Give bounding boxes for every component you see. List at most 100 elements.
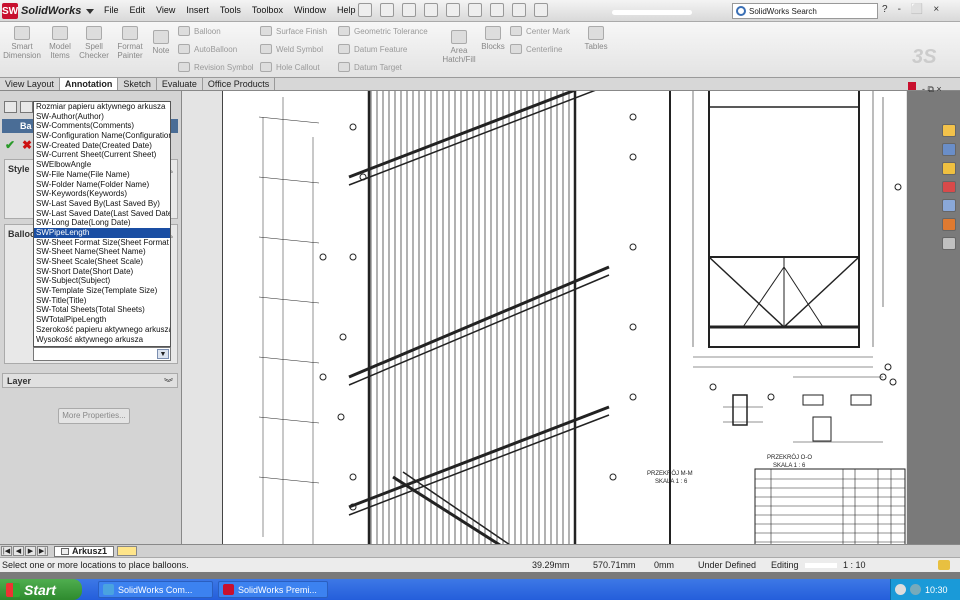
appearances-icon[interactable]: [942, 218, 956, 232]
property-combo-box[interactable]: ▼: [33, 347, 171, 361]
weld-symbol-button[interactable]: Weld Symbol: [260, 44, 323, 54]
dropdown-option[interactable]: SW-Sheet Name(Sheet Name): [34, 247, 170, 257]
pin-icon[interactable]: [358, 3, 372, 17]
layer-group[interactable]: Layer ︾: [2, 373, 178, 388]
property-dropdown-list[interactable]: Rozmiar papieru aktywnego arkusza SW-Auth…: [33, 101, 171, 347]
sheet-tab-arkusz1[interactable]: Arkusz1: [54, 545, 115, 557]
format-painter-button[interactable]: Format Painter: [114, 26, 146, 60]
dropdown-option[interactable]: SW-Sheet Scale(Sheet Scale): [34, 257, 170, 267]
menu-insert[interactable]: Insert: [186, 5, 209, 15]
revision-symbol-button[interactable]: Revision Symbol: [178, 62, 254, 72]
dropdown-option[interactable]: SW-Keywords(Keywords): [34, 189, 170, 199]
search-results-icon[interactable]: [942, 180, 956, 194]
last-sheet-button[interactable]: ▶|: [37, 546, 48, 556]
close-button[interactable]: ×: [933, 4, 939, 15]
rebuild-icon[interactable]: [512, 3, 526, 17]
first-sheet-button[interactable]: |◀: [1, 546, 12, 556]
dropdown-option[interactable]: SW-Current Sheet(Current Sheet): [34, 150, 170, 160]
view-palette-icon[interactable]: [942, 199, 956, 213]
solidworks-logo[interactable]: SW SolidWorks: [2, 3, 95, 19]
feature-manager-icon[interactable]: [4, 101, 17, 113]
status-scale[interactable]: 1 : 10: [843, 560, 866, 570]
model-items-button[interactable]: Model Items: [46, 26, 74, 60]
design-library-icon[interactable]: [942, 142, 956, 156]
menu-toolbox[interactable]: Toolbox: [252, 5, 283, 15]
dropdown-option[interactable]: SW-File Name(File Name): [34, 170, 170, 180]
taskbar-item-solidworks-com[interactable]: SolidWorks Com...: [98, 581, 213, 598]
hole-callout-button[interactable]: Hole Callout: [260, 62, 320, 72]
layer-expand-icon[interactable]: ︾: [164, 376, 173, 389]
minimize-button[interactable]: -: [898, 4, 901, 15]
maximize-button[interactable]: ⬜: [911, 4, 923, 15]
drawing-sheet[interactable]: PRZEKRÓJ M-M SKALA 1 : 6 PRZEKRÓJ O-O SK…: [222, 91, 906, 544]
surface-finish-button[interactable]: Surface Finish: [260, 26, 327, 36]
logo-arrow-icon[interactable]: [86, 8, 95, 14]
tables-button[interactable]: Tables: [582, 26, 610, 51]
dropdown-option[interactable]: SW-Folder Name(Folder Name): [34, 180, 170, 190]
help-button[interactable]: ?: [882, 4, 888, 15]
dropdown-option[interactable]: SW-Sheet Format Size(Sheet Format: [34, 238, 170, 248]
blocks-button[interactable]: Blocks: [480, 26, 506, 51]
menu-help[interactable]: Help: [337, 5, 356, 15]
dropdown-option[interactable]: SW-Long Date(Long Date): [34, 218, 170, 228]
dropdown-option[interactable]: SW-Author(Author): [34, 112, 170, 122]
menu-view[interactable]: View: [156, 5, 175, 15]
datum-feature-button[interactable]: Datum Feature: [338, 44, 407, 54]
dropdown-option[interactable]: SW-Subject(Subject): [34, 276, 170, 286]
custom-properties-icon[interactable]: [942, 237, 956, 251]
geometric-tolerance-button[interactable]: Geometric Tolerance: [338, 26, 428, 36]
search-box[interactable]: SolidWorks Search: [732, 3, 878, 19]
center-mark-button[interactable]: Center Mark: [510, 26, 570, 36]
dropdown-option[interactable]: SW-Comments(Comments): [34, 121, 170, 131]
dropdown-option[interactable]: SW-Last Saved Date(Last Saved Date: [34, 209, 170, 219]
add-sheet-icon[interactable]: [117, 546, 138, 556]
open-file-icon[interactable]: [402, 3, 416, 17]
dropdown-option[interactable]: Rozmiar papieru aktywnego arkusza: [34, 102, 170, 112]
dropdown-option[interactable]: SW-Total Sheets(Total Sheets): [34, 305, 170, 315]
property-manager-icon[interactable]: [20, 101, 33, 113]
graphics-area[interactable]: PRZEKRÓJ M-M SKALA 1 : 6 PRZEKRÓJ O-O SK…: [182, 91, 907, 544]
centerline-button[interactable]: Centerline: [510, 44, 562, 54]
datum-target-button[interactable]: Datum Target: [338, 62, 402, 72]
ok-check-icon[interactable]: ✔: [5, 138, 15, 152]
network-icon[interactable]: [910, 584, 921, 595]
next-sheet-button[interactable]: ▶: [25, 546, 36, 556]
menu-edit[interactable]: Edit: [130, 5, 146, 15]
tab-annotation[interactable]: Annotation: [59, 78, 119, 90]
cancel-x-icon[interactable]: ✖: [22, 138, 32, 152]
dropdown-option[interactable]: Szerokość papieru aktywnego arkusza: [34, 325, 170, 335]
dropdown-option[interactable]: SW-Created Date(Created Date): [34, 141, 170, 151]
new-file-icon[interactable]: [380, 3, 394, 17]
taskbar-item-solidworks-premium[interactable]: SolidWorks Premi...: [218, 581, 328, 598]
dropdown-option[interactable]: SW-Short Date(Short Date): [34, 267, 170, 277]
note-button[interactable]: Note: [150, 30, 172, 55]
tab-office-products[interactable]: Office Products: [203, 78, 276, 90]
home-icon[interactable]: [942, 124, 956, 137]
autoballoon-button[interactable]: AutoBalloon: [178, 44, 237, 54]
clock[interactable]: 10:30: [925, 585, 948, 595]
balloon-button[interactable]: Balloon: [178, 26, 221, 36]
tab-view-layout[interactable]: View Layout: [0, 78, 60, 90]
select-icon[interactable]: [490, 3, 504, 17]
start-button[interactable]: Start: [0, 579, 82, 600]
dropdown-option[interactable]: SW-Last Saved By(Last Saved By): [34, 199, 170, 209]
restore-window-icon[interactable]: - ⧉ ×: [922, 84, 942, 95]
spell-checker-button[interactable]: Spell Checker: [79, 26, 109, 60]
smart-dimension-button[interactable]: Smart Dimension: [3, 26, 41, 60]
options-icon[interactable]: [534, 3, 548, 17]
status-tag-icon[interactable]: [938, 560, 950, 570]
dropdown-option[interactable]: SW-Template Size(Template Size): [34, 286, 170, 296]
file-explorer-icon[interactable]: [942, 161, 956, 175]
tray-icon[interactable]: [895, 584, 906, 595]
print-icon[interactable]: [446, 3, 460, 17]
undo-icon[interactable]: [468, 3, 482, 17]
prev-sheet-button[interactable]: ◀: [13, 546, 24, 556]
area-hatch-button[interactable]: Area Hatch/Fill: [440, 30, 478, 64]
dropdown-option[interactable]: SWTotalPipeLength: [34, 315, 170, 325]
dropdown-option[interactable]: SW-Title(Title): [34, 296, 170, 306]
menu-file[interactable]: File: [104, 5, 119, 15]
dropdown-option[interactable]: SWPipeLength: [34, 227, 170, 238]
menu-tools[interactable]: Tools: [220, 5, 241, 15]
dropdown-option[interactable]: SW-Configuration Name(Configuration: [34, 131, 170, 141]
combo-arrow-icon[interactable]: ▼: [157, 349, 169, 359]
